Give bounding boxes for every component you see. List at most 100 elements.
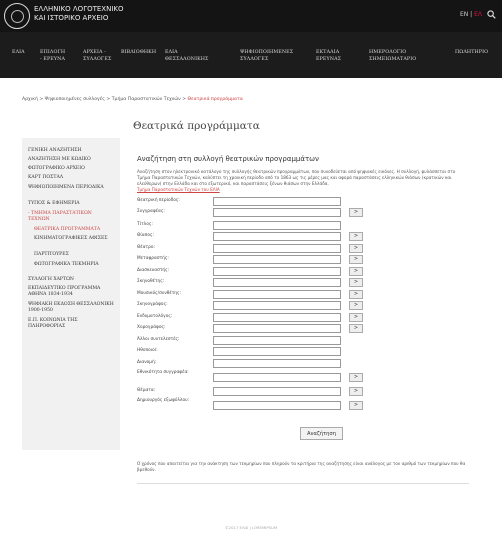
breadcrumb-trail[interactable]: Αρχική > Ψηφιοποιημένες συλλογές > Τμήμα… [22, 97, 188, 102]
sidebar-item-education-athens[interactable]: ΕΚΠΑΙΔΕΥΤΙΚΟ ΠΡΟΓΡΑΜΜΑ ΑΘΗΝΑ 1834-1934 [28, 286, 114, 298]
sidebar-item-maps[interactable]: ΣΥΛΛΟΓΗ ΧΑΡΤΩΝ [28, 277, 114, 283]
composer-input[interactable] [213, 290, 341, 299]
troupe-picker-button[interactable]: > [349, 232, 363, 241]
nav-item-label: - ΕΡΕΥΝΑ [40, 56, 66, 62]
field-label-cover-creator: Δημιουργός εξωφύλλου: [137, 398, 190, 403]
divider [137, 483, 469, 484]
nav-item-label: ΘΕΣΣΑΛΟΝΙΚΗΣ [165, 56, 209, 62]
costume-designer-input[interactable] [213, 313, 341, 322]
field-label-period: Θεατρική περίοδος: [137, 198, 180, 203]
subjects-input[interactable] [213, 387, 341, 396]
sidebar-item-periodicals[interactable]: ΨΗΦΙΟΠΟΙΗΜΕΝΑ ΠΕΡΙΟΔΙΚΑ [28, 185, 114, 191]
sidebar-item-film-posters[interactable]: ΚΙΝΗΜΑΤΟΓΡΑΦΙΚΕΣ ΑΦΙΣΕΣ [34, 236, 114, 242]
field-label-theatre: Θέατρο: [137, 245, 155, 250]
org-name-line2: ΚΑΙ ΙΣΤΟΡΙΚΟ ΑΡΧΕΙΟ [34, 14, 109, 22]
cast-input[interactable] [213, 359, 341, 368]
breadcrumb: Αρχική > Ψηφιοποιημένες συλλογές > Τμήμα… [22, 97, 243, 102]
intro-text: Αναζήτηση στον ηλεκτρονικό κατάλογο της … [137, 169, 456, 187]
sidebar-item-information-society[interactable]: Ε.Π. ΚΟΙΝΩΝΙΑ ΤΗΣ ΠΛΗΡΟΦΟΡΙΑΣ [28, 318, 114, 330]
nav-item-archives[interactable]: ΑΡΧΕΙΑ - ΣΥΛΛΟΓΕΣ [83, 50, 111, 63]
field-label-composer: Μουσικός/συνθέτης: [137, 291, 181, 296]
cover-creator-input[interactable] [213, 401, 341, 410]
costume-designer-picker-button[interactable]: > [349, 313, 363, 322]
nav-item-label: ΠΩΛΗΤΗΡΙΟ [455, 50, 489, 55]
nav-item-shop[interactable]: ΠΩΛΗΤΗΡΙΟ [455, 50, 488, 57]
field-label-author: Συγγραφέας: [137, 209, 165, 214]
nav-item-digital-collections[interactable]: ΨΗΦΙΟΠΟΙΗΜΕΝΕΣ ΣΥΛΛΟΓΕΣ [240, 50, 293, 63]
org-name[interactable]: ΕΛΛΗΝΙΚΟ ΛΟΓΟΤΕΧΝΙΚΟ ΚΑΙ ΙΣΤΟΡΙΚΟ ΑΡΧΕΙΟ [34, 5, 154, 23]
adapter-picker-button[interactable]: > [349, 267, 363, 276]
author-nationality-input[interactable] [213, 373, 341, 382]
footer-copyright: ©2017 ΕΛΙΑ | LOREMIPSUM [224, 525, 278, 530]
sidebar-item-theatre-programmes[interactable]: ΘΕΑΤΡΙΚΑ ΠΡΟΓΡΑΜΜΑΤΑ [34, 227, 114, 233]
logo-icon[interactable] [4, 3, 30, 29]
period-input[interactable] [213, 197, 341, 206]
nav-item-label: ΒΙΒΛΙΟΘΗΚΗ [121, 50, 157, 55]
sidebar-item-general-search[interactable]: ΓΕΝΙΚΗ ΑΝΑΖΗΤΗΣΗ [28, 148, 114, 154]
field-label-cast: Διανομή: [137, 360, 157, 365]
set-designer-input[interactable] [213, 301, 341, 310]
nav-item-label: ΣΥΛΛΟΓΕΣ [240, 56, 269, 62]
choreographer-input[interactable] [213, 324, 341, 333]
translator-picker-button[interactable]: > [349, 255, 363, 264]
theatre-input[interactable] [213, 244, 341, 253]
nav-item-label: ΣΗΜΕΙΩΜΑΤΑΡΙΟ [369, 56, 417, 62]
search-button[interactable]: Αναζήτηση [300, 427, 343, 440]
sidebar-item-performing-arts[interactable]: - ΤΜΗΜΑ ΠΑΡΑΣΤΑΤΙΚΩΝ ΤΕΧΝΩΝ [28, 211, 114, 223]
field-label-troupe: Θίασος: [137, 233, 154, 238]
sidebar-item-thessaloniki-edition[interactable]: ΨΗΦΙΑΚΗ ΕΚΔΟΣΗ ΘΕΣΣΑΛΟΝΙΚΗ 1900-1950 [28, 302, 114, 314]
nav-item-library[interactable]: ΒΙΒΛΙΟΘΗΚΗ [121, 50, 156, 57]
nav-item-label: ΕΛΙΑ [12, 50, 25, 55]
author-nationality-picker-button[interactable]: > [349, 373, 363, 382]
cover-creator-picker-button[interactable]: > [349, 401, 363, 410]
field-label-author-nationality: Εθνικότητα συγγραφέα: [137, 370, 189, 375]
sidebar-item-photo-archive[interactable]: ΦΩΤΟΓΡΑΦΙΚΟ ΑΡΧΕΙΟ [28, 166, 114, 172]
field-label-set-designer: Σκηνογράφος: [137, 302, 168, 307]
nav-item-calendar[interactable]: ΗΜΕΡΟΛΟΓΙΟ ΣΗΜΕΙΩΜΑΤΑΡΙΟ [369, 50, 416, 63]
theatre-picker-button[interactable]: > [349, 244, 363, 253]
performing-arts-link[interactable]: Τμήμα Παραστατικών Τεχνών του ΕΛΙΑ [137, 187, 220, 192]
nav-item-thessaloniki[interactable]: ΕΛΙΑ ΘΕΣΣΑΛΟΝΙΚΗΣ [165, 50, 209, 63]
language-switch: EN | ΕΛ [460, 11, 482, 18]
sidebar: ΓΕΝΙΚΗ ΑΝΑΖΗΤΗΣΗ ΑΝΑΖΗΤΗΣΗ ΜΕ ΚΩΔΙΚΟ ΦΩΤ… [22, 138, 120, 450]
other-contributors-input[interactable] [213, 336, 341, 345]
nav-item-research[interactable]: ΕΚΤΑΛΙΑ ΕΡΕΥΝΑΣ [316, 50, 341, 63]
sidebar-item-code-search[interactable]: ΑΝΑΖΗΤΗΣΗ ΜΕ ΚΩΔΙΚΟ [28, 157, 114, 163]
translator-input[interactable] [213, 255, 341, 264]
nav-item-elia[interactable]: ΕΛΙΑ [12, 50, 25, 57]
field-label-costume-designer: Ενδυματολόγος: [137, 314, 173, 319]
director-input[interactable] [213, 278, 341, 287]
search-time-note: Ο χρόνος που απαιτείται για την ανάκτηση… [137, 461, 466, 473]
section-title: Αναζήτηση στη συλλογή θεατρικών προγραμμ… [137, 155, 319, 163]
field-label-subjects: Θέματα: [137, 388, 156, 393]
nav-item-label: ΕΠΙΛΟΓΗ [40, 50, 66, 55]
director-picker-button[interactable]: > [349, 278, 363, 287]
field-label-title: Τίτλος: [137, 222, 153, 227]
sidebar-item-photo-documents[interactable]: ΦΩΤΟΓΡΑΦΙΚΑ ΤΕΚΜΗΡΙΑ [34, 262, 114, 268]
author-picker-button[interactable]: > [349, 208, 363, 217]
set-designer-picker-button[interactable]: > [349, 301, 363, 310]
search-icon[interactable] [487, 10, 496, 19]
nav-item-label: ΨΗΦΙΟΠΟΙΗΜΕΝΕΣ [240, 50, 294, 55]
composer-picker-button[interactable]: > [349, 290, 363, 299]
main-nav: ΕΛΙΑ ΕΠΙΛΟΓΗ - ΕΡΕΥΝΑ ΑΡΧΕΙΑ - ΣΥΛΛΟΓΕΣ ΒΙ… [0, 32, 502, 78]
page-title: Θεατρικά προγράμματα [133, 120, 260, 132]
sidebar-item-press[interactable]: ΤΥΠΟΣ & ΕΦΗΜΕΡΙΑ [28, 201, 114, 207]
field-label-choreographer: Χορογράφος: [137, 325, 166, 330]
adapter-input[interactable] [213, 267, 341, 276]
lang-gr-link[interactable]: ΕΛ [474, 11, 482, 18]
title-input[interactable] [213, 221, 341, 230]
troupe-input[interactable] [213, 232, 341, 241]
field-label-other-contributors: Άλλοι συντελεστές: [137, 337, 180, 342]
org-name-line1: ΕΛΛΗΝΙΚΟ ΛΟΓΟΤΕΧΝΙΚΟ [34, 5, 124, 13]
choreographer-picker-button[interactable]: > [349, 324, 363, 333]
lang-en-link[interactable]: EN [460, 11, 468, 18]
sidebar-item-postcards[interactable]: ΚΑΡΤ ΠΟΣΤΑΛ [28, 175, 114, 181]
subjects-picker-button[interactable]: > [349, 387, 363, 396]
field-label-adapter: Διασκευαστής: [137, 268, 170, 273]
actors-input[interactable] [213, 347, 341, 356]
field-label-translator: Μεταφραστής: [137, 256, 169, 261]
author-input[interactable] [213, 208, 341, 217]
nav-item-selection[interactable]: ΕΠΙΛΟΓΗ - ΕΡΕΥΝΑ [40, 50, 65, 63]
sidebar-item-scores[interactable]: ΠΑΡΤΙΤΟΥΡΕΣ [34, 252, 114, 258]
